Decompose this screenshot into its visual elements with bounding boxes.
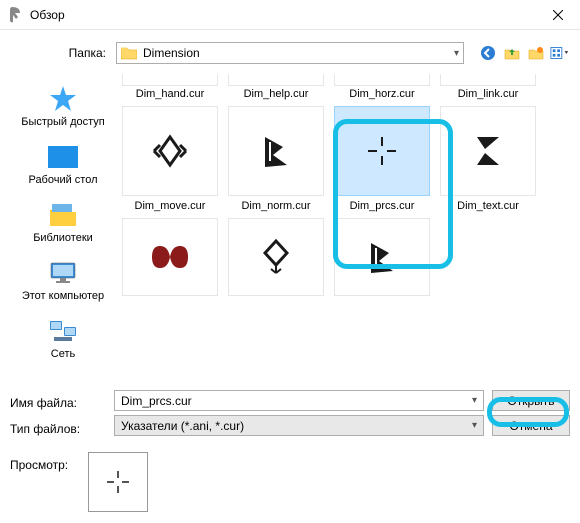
window-title: Обзор bbox=[30, 8, 535, 22]
back-icon[interactable] bbox=[478, 43, 498, 63]
filename-input[interactable]: Dim_prcs.cur ▾ bbox=[114, 390, 484, 411]
file-item[interactable]: Dim_hand.cur bbox=[118, 74, 222, 100]
open-button[interactable]: Открыть bbox=[492, 390, 570, 411]
sidebar-item-desktop[interactable]: Рабочий стол bbox=[10, 138, 116, 194]
sidebar-item-label: Этот компьютер bbox=[22, 290, 104, 302]
filetype-dropdown[interactable]: Указатели (*.ani, *.cur) ▾ bbox=[114, 415, 484, 436]
file-item[interactable]: Dim_norm.cur bbox=[224, 106, 328, 212]
folder-label: Папка: bbox=[10, 46, 110, 60]
file-item[interactable]: Dim_link.cur bbox=[436, 74, 540, 100]
folder-icon bbox=[121, 46, 137, 60]
star-icon bbox=[46, 84, 80, 114]
computer-icon bbox=[46, 258, 80, 288]
new-folder-icon[interactable] bbox=[526, 43, 546, 63]
preview-box bbox=[88, 452, 148, 512]
cancel-button[interactable]: Отмена bbox=[492, 415, 570, 436]
folder-name: Dimension bbox=[143, 46, 200, 60]
chevron-down-icon: ▾ bbox=[472, 395, 477, 406]
sidebar-item-libraries[interactable]: Библиотеки bbox=[10, 196, 116, 252]
libraries-icon bbox=[46, 200, 80, 230]
file-item[interactable]: Dim_text.cur bbox=[436, 106, 540, 212]
chevron-down-icon: ▾ bbox=[472, 420, 477, 431]
app-icon bbox=[8, 7, 24, 23]
filename-label: Имя файла: bbox=[10, 390, 106, 416]
sidebar-item-quickaccess[interactable]: Быстрый доступ bbox=[10, 80, 116, 136]
file-item-selected[interactable]: Dim_prcs.cur bbox=[330, 106, 434, 212]
file-item[interactable] bbox=[224, 218, 328, 296]
preview-label: Просмотр: bbox=[10, 452, 80, 472]
file-grid[interactable]: Dim_hand.cur Dim_help.cur Dim_horz.cur D… bbox=[116, 74, 570, 384]
sidebar-item-label: Библиотеки bbox=[33, 232, 93, 244]
filetype-label: Тип файлов: bbox=[10, 416, 106, 442]
desktop-icon bbox=[46, 142, 80, 172]
folder-dropdown[interactable]: Dimension ▾ bbox=[116, 42, 464, 64]
up-folder-icon[interactable] bbox=[502, 43, 522, 63]
file-item[interactable] bbox=[118, 218, 222, 296]
close-button[interactable] bbox=[535, 0, 580, 30]
file-item[interactable]: Dim_help.cur bbox=[224, 74, 328, 100]
sidebar-item-label: Рабочий стол bbox=[28, 174, 97, 186]
sidebar-item-network[interactable]: Сеть bbox=[10, 312, 116, 368]
chevron-down-icon: ▾ bbox=[454, 48, 459, 59]
file-item[interactable]: Dim_move.cur bbox=[118, 106, 222, 212]
sidebar-item-thispc[interactable]: Этот компьютер bbox=[10, 254, 116, 310]
file-item[interactable]: Dim_horz.cur bbox=[330, 74, 434, 100]
sidebar-item-label: Сеть bbox=[51, 348, 75, 360]
sidebar-item-label: Быстрый доступ bbox=[21, 116, 105, 128]
view-menu-icon[interactable] bbox=[550, 43, 570, 63]
network-icon bbox=[46, 316, 80, 346]
file-item[interactable] bbox=[330, 218, 434, 296]
